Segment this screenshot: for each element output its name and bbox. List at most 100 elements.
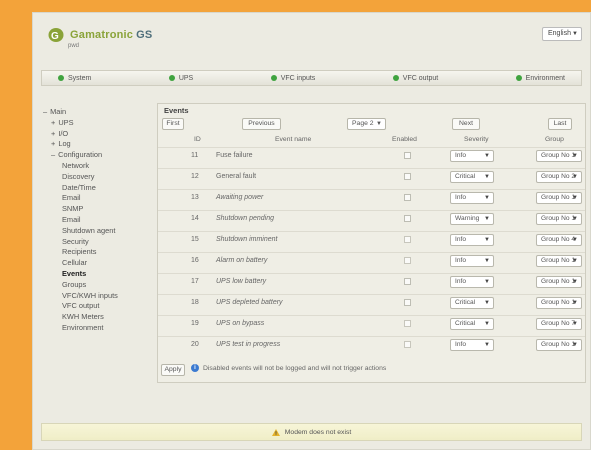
group-select[interactable]: Group No 7 ▼ — [536, 318, 582, 330]
page-select[interactable]: Page 2 ▼ — [347, 118, 386, 130]
severity-select[interactable]: Critical ▼ — [450, 171, 494, 183]
table-row: 20 UPS test in progress Info ▼ Group No 1 ▼ — [158, 336, 585, 354]
group-select[interactable]: Group No 1 ▼ — [536, 297, 582, 309]
group-select[interactable]: Group No 1 ▼ — [536, 276, 582, 288]
table-row: 11 Fuse failure Info ▼ Group No 1 ▼ — [158, 147, 585, 165]
event-id: 13 — [191, 194, 199, 201]
severity-select[interactable]: Info ▼ — [450, 150, 494, 162]
table-row: 13 Awaiting power Info ▼ Group No 1 ▼ — [158, 189, 585, 207]
group-select[interactable]: Group No 4 ▼ — [536, 234, 582, 246]
sidebar-item-environment[interactable]: Environment — [43, 323, 161, 334]
sidebar-item-network[interactable]: Network — [43, 161, 161, 172]
severity-select[interactable]: Warning ▼ — [450, 213, 494, 225]
enabled-checkbox[interactable] — [404, 257, 411, 264]
severity-select[interactable]: Info ▼ — [450, 234, 494, 246]
next-page-button[interactable]: Next — [452, 118, 480, 130]
group-select[interactable]: Group No 1 ▼ — [536, 150, 582, 162]
sidebar-item-cellular[interactable]: Cellular — [43, 258, 161, 269]
warning-icon — [271, 428, 280, 436]
first-page-button[interactable]: First — [162, 118, 184, 130]
sidebar-item-snmp[interactable]: SNMP — [43, 204, 161, 215]
enabled-checkbox[interactable] — [404, 320, 411, 327]
nav-item-vfc-output[interactable]: VFC output — [392, 74, 439, 82]
group-value: Group No 4 — [541, 236, 576, 243]
sidebar-item-label: Email — [62, 214, 81, 224]
group-value: Group No 1 — [541, 194, 576, 201]
sidebar-item-kwh-meters[interactable]: KWH Meters — [43, 312, 161, 323]
sidebar-item-configuration[interactable]: – Configuration — [43, 150, 161, 161]
sidebar-item-groups[interactable]: Groups — [43, 280, 161, 291]
sidebar-item-label: UPS — [58, 117, 74, 127]
event-name: General fault — [216, 173, 257, 180]
sidebar-item-events[interactable]: Events — [43, 269, 161, 280]
last-page-button[interactable]: Last — [548, 118, 572, 130]
column-enabled: Enabled — [392, 136, 417, 143]
sidebar-item-shutdown-agent[interactable]: Shutdown agent — [43, 226, 161, 237]
enabled-checkbox[interactable] — [404, 173, 411, 180]
sidebar-item-label: Groups — [62, 279, 87, 289]
severity-select[interactable]: Critical ▼ — [450, 318, 494, 330]
severity-select[interactable]: Info ▼ — [450, 192, 494, 204]
nav-item-vfc-inputs[interactable]: VFC inputs — [270, 75, 315, 82]
events-panel: Events First Previous Page 2 ▼ Next Last… — [157, 103, 586, 383]
sidebar-item-recipients[interactable]: Recipients — [43, 247, 161, 258]
sidebar-item-vfc-output[interactable]: VFC output — [43, 301, 161, 312]
severity-value: Info — [455, 194, 466, 201]
group-select[interactable]: Group No 2 ▼ — [536, 171, 582, 183]
sidebar-item-main[interactable]: – Main — [43, 107, 161, 118]
sidebar-item-email[interactable]: Email — [43, 193, 161, 204]
severity-select[interactable]: Info ▼ — [450, 339, 494, 351]
group-value: Group No 1 — [541, 215, 576, 222]
sidebar-item-security[interactable]: Security — [43, 237, 161, 248]
nav-item-ups[interactable]: UPS — [168, 75, 193, 82]
group-value: Group No 1 — [541, 152, 576, 159]
severity-select[interactable]: Info ▼ — [450, 276, 494, 288]
event-id: 20 — [191, 341, 199, 348]
status-dot-icon — [270, 75, 277, 81]
enabled-checkbox[interactable] — [404, 236, 411, 243]
enabled-checkbox[interactable] — [404, 341, 411, 348]
previous-page-button[interactable]: Previous — [242, 118, 281, 130]
event-name: UPS low battery — [216, 278, 267, 285]
nav-item-system[interactable]: System — [58, 75, 91, 82]
nav-item-environment[interactable]: Environment — [515, 75, 565, 82]
sidebar-item-date-time[interactable]: Date/Time — [43, 183, 161, 194]
group-select[interactable]: Group No 1 ▼ — [536, 339, 582, 351]
chevron-down-icon: ▼ — [484, 153, 490, 159]
chevron-down-icon: ▼ — [572, 237, 578, 243]
sidebar-item-discovery[interactable]: Discovery — [43, 172, 161, 183]
group-select[interactable]: Group No 1 ▼ — [536, 192, 582, 204]
chevron-down-icon: ▼ — [572, 153, 578, 159]
chevron-down-icon: ▼ — [572, 279, 578, 285]
event-id: 12 — [191, 173, 199, 180]
event-id: 14 — [191, 215, 199, 222]
top-nav: System UPS VFC inputs VFC output Environment — [41, 70, 582, 86]
enabled-checkbox[interactable] — [404, 215, 411, 222]
severity-select[interactable]: Info ▼ — [450, 255, 494, 267]
group-select[interactable]: Group No 1 ▼ — [536, 213, 582, 225]
enabled-checkbox[interactable] — [404, 152, 411, 159]
severity-value: Warning — [455, 215, 480, 222]
table-row: 12 General fault Critical ▼ Group No 2 ▼ — [158, 168, 585, 186]
event-id: 11 — [191, 152, 199, 159]
sidebar-item-email[interactable]: Email — [43, 215, 161, 226]
severity-select[interactable]: Critical ▼ — [450, 297, 494, 309]
chevron-down-icon: ▼ — [484, 321, 490, 327]
nav-item-label: VFC output — [402, 74, 439, 82]
event-name: UPS test in progress — [216, 341, 281, 348]
chevron-down-icon: ▼ — [484, 279, 490, 285]
sidebar-item-ups[interactable]: + UPS — [43, 118, 161, 129]
group-select[interactable]: Group No 1 ▼ — [536, 255, 582, 267]
sidebar-item-i-o[interactable]: + I/O — [43, 129, 161, 140]
sidebar-item-vfc-kwh-inputs[interactable]: VFC/KWH inputs — [43, 291, 161, 302]
language-select[interactable]: English ▼ — [542, 27, 582, 41]
status-bar: Modem does not exist — [41, 423, 582, 441]
language-value: English — [548, 30, 571, 37]
apply-button[interactable]: Apply — [161, 364, 185, 376]
enabled-checkbox[interactable] — [404, 299, 411, 306]
sidebar-item-log[interactable]: + Log — [43, 139, 161, 150]
tree-toggle: + — [51, 139, 56, 149]
enabled-checkbox[interactable] — [404, 278, 411, 285]
enabled-checkbox[interactable] — [404, 194, 411, 201]
chevron-down-icon: ▼ — [484, 174, 490, 180]
